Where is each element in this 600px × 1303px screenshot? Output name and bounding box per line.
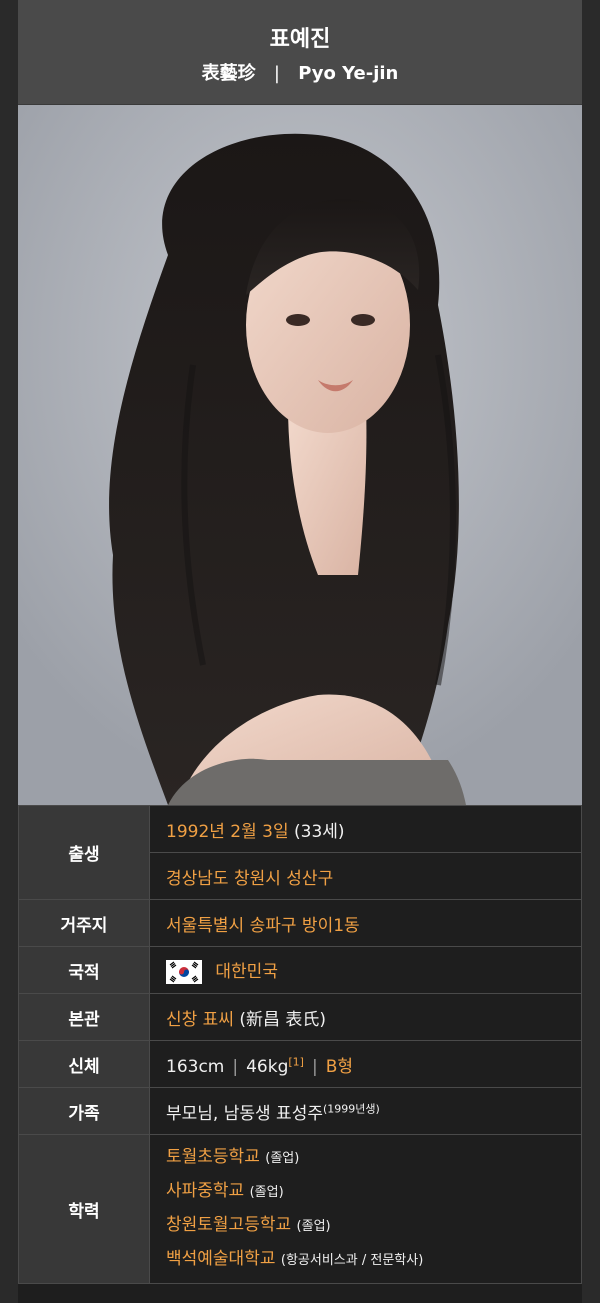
table-row: 출생 1992년 2월 3일 (33세) <box>18 805 582 900</box>
residence-cell: 서울특별시 송파구 방이1동 <box>149 899 582 947</box>
body-separator: | <box>232 1056 239 1077</box>
south-korea-flag-icon <box>166 959 202 984</box>
name-separator: | <box>273 63 280 84</box>
birth-place-link[interactable]: 경상남도 창원시 성산구 <box>166 869 333 889</box>
family-note: (1999년생) <box>322 1101 380 1115</box>
list-item: 창원토월고등학교 (졸업) <box>166 1209 581 1243</box>
birth-date-cell: 1992년 2월 3일 (33세) <box>149 805 582 853</box>
table-row: 가족 부모님, 남동생 표성주(1999년생) <box>18 1087 582 1135</box>
list-item: 백석예술대학교 (항공서비스과 / 전문학사) <box>166 1243 581 1277</box>
infobox: 표예진 表藝珍 | Pyo Ye-jin 출생 1992년 2월 3일 (33세… <box>18 0 582 1303</box>
profile-photo-illustration <box>18 105 582 805</box>
school-note: (졸업) <box>265 1151 300 1166</box>
person-name-hanja: 表藝珍 <box>201 63 256 84</box>
residence-label: 거주지 <box>18 899 150 947</box>
education-label: 학력 <box>18 1134 150 1284</box>
profile-photo[interactable] <box>18 105 582 805</box>
age: (33세) <box>294 821 345 842</box>
footnote-link[interactable]: [1] <box>288 1055 304 1068</box>
body-label: 신체 <box>18 1040 150 1088</box>
birth-label: 출생 <box>18 805 150 900</box>
origin-hanja: (新昌 表氏) <box>239 1009 327 1030</box>
nationality-link[interactable]: 대한민국 <box>215 962 278 982</box>
family-value: 부모님, 남동생 표성주 <box>166 1103 323 1124</box>
school-note: (졸업) <box>296 1219 331 1234</box>
residence-link[interactable]: 서울특별시 송파구 방이1동 <box>166 916 360 936</box>
nationality-cell: 대한민국 <box>149 946 582 994</box>
birth-date-link[interactable]: 1992년 2월 3일 <box>166 822 289 842</box>
blood-type-link[interactable]: B형 <box>326 1057 353 1077</box>
body-separator-2: | <box>311 1056 318 1077</box>
family-label: 가족 <box>18 1087 150 1135</box>
person-name-roman: Pyo Ye-jin <box>298 63 399 84</box>
school-note: (졸업) <box>249 1185 284 1200</box>
weight-value: 46kg <box>246 1056 289 1077</box>
table-row: 본관 신창 표씨 (新昌 表氏) <box>18 993 582 1041</box>
origin-label: 본관 <box>18 993 150 1041</box>
school-link[interactable]: 사파중학교 <box>166 1181 244 1201</box>
school-note: (항공서비스과 / 전문학사) <box>280 1253 424 1268</box>
education-cell: 토월초등학교 (졸업) 사파중학교 (졸업) 창원토월고등학교 (졸업) 백석예… <box>149 1134 582 1284</box>
nationality-label: 국적 <box>18 946 150 994</box>
infobox-header: 표예진 表藝珍 | Pyo Ye-jin <box>18 0 582 105</box>
person-name-subtitle: 表藝珍 | Pyo Ye-jin <box>18 62 582 86</box>
school-link[interactable]: 창원토월고등학교 <box>166 1215 291 1235</box>
list-item: 사파중학교 (졸업) <box>166 1175 581 1209</box>
table-row: 거주지 서울특별시 송파구 방이1동 <box>18 899 582 947</box>
info-table: 출생 1992년 2월 3일 (33세) 경상남도 창원시 성산구 거주지 서울… <box>18 805 582 1284</box>
birth-place-cell: 경상남도 창원시 성산구 <box>149 852 582 900</box>
table-row: 국적 대한민국 <box>18 946 582 994</box>
school-link[interactable]: 토월초등학교 <box>166 1147 260 1167</box>
height-value: 163cm <box>166 1056 225 1077</box>
table-row: 신체 163cm | 46kg[1] | B형 <box>18 1040 582 1088</box>
person-name-korean: 표예진 <box>269 27 331 52</box>
table-row: 학력 토월초등학교 (졸업) 사파중학교 (졸업) 창원토월고등학교 (졸업) … <box>18 1134 582 1284</box>
origin-cell: 신창 표씨 (新昌 表氏) <box>149 993 582 1041</box>
origin-clan-link[interactable]: 신창 표씨 <box>166 1010 234 1030</box>
family-cell: 부모님, 남동생 표성주(1999년생) <box>149 1087 582 1135</box>
body-cell: 163cm | 46kg[1] | B형 <box>149 1040 582 1088</box>
school-link[interactable]: 백석예술대학교 <box>166 1249 275 1269</box>
list-item: 토월초등학교 (졸업) <box>166 1141 581 1175</box>
